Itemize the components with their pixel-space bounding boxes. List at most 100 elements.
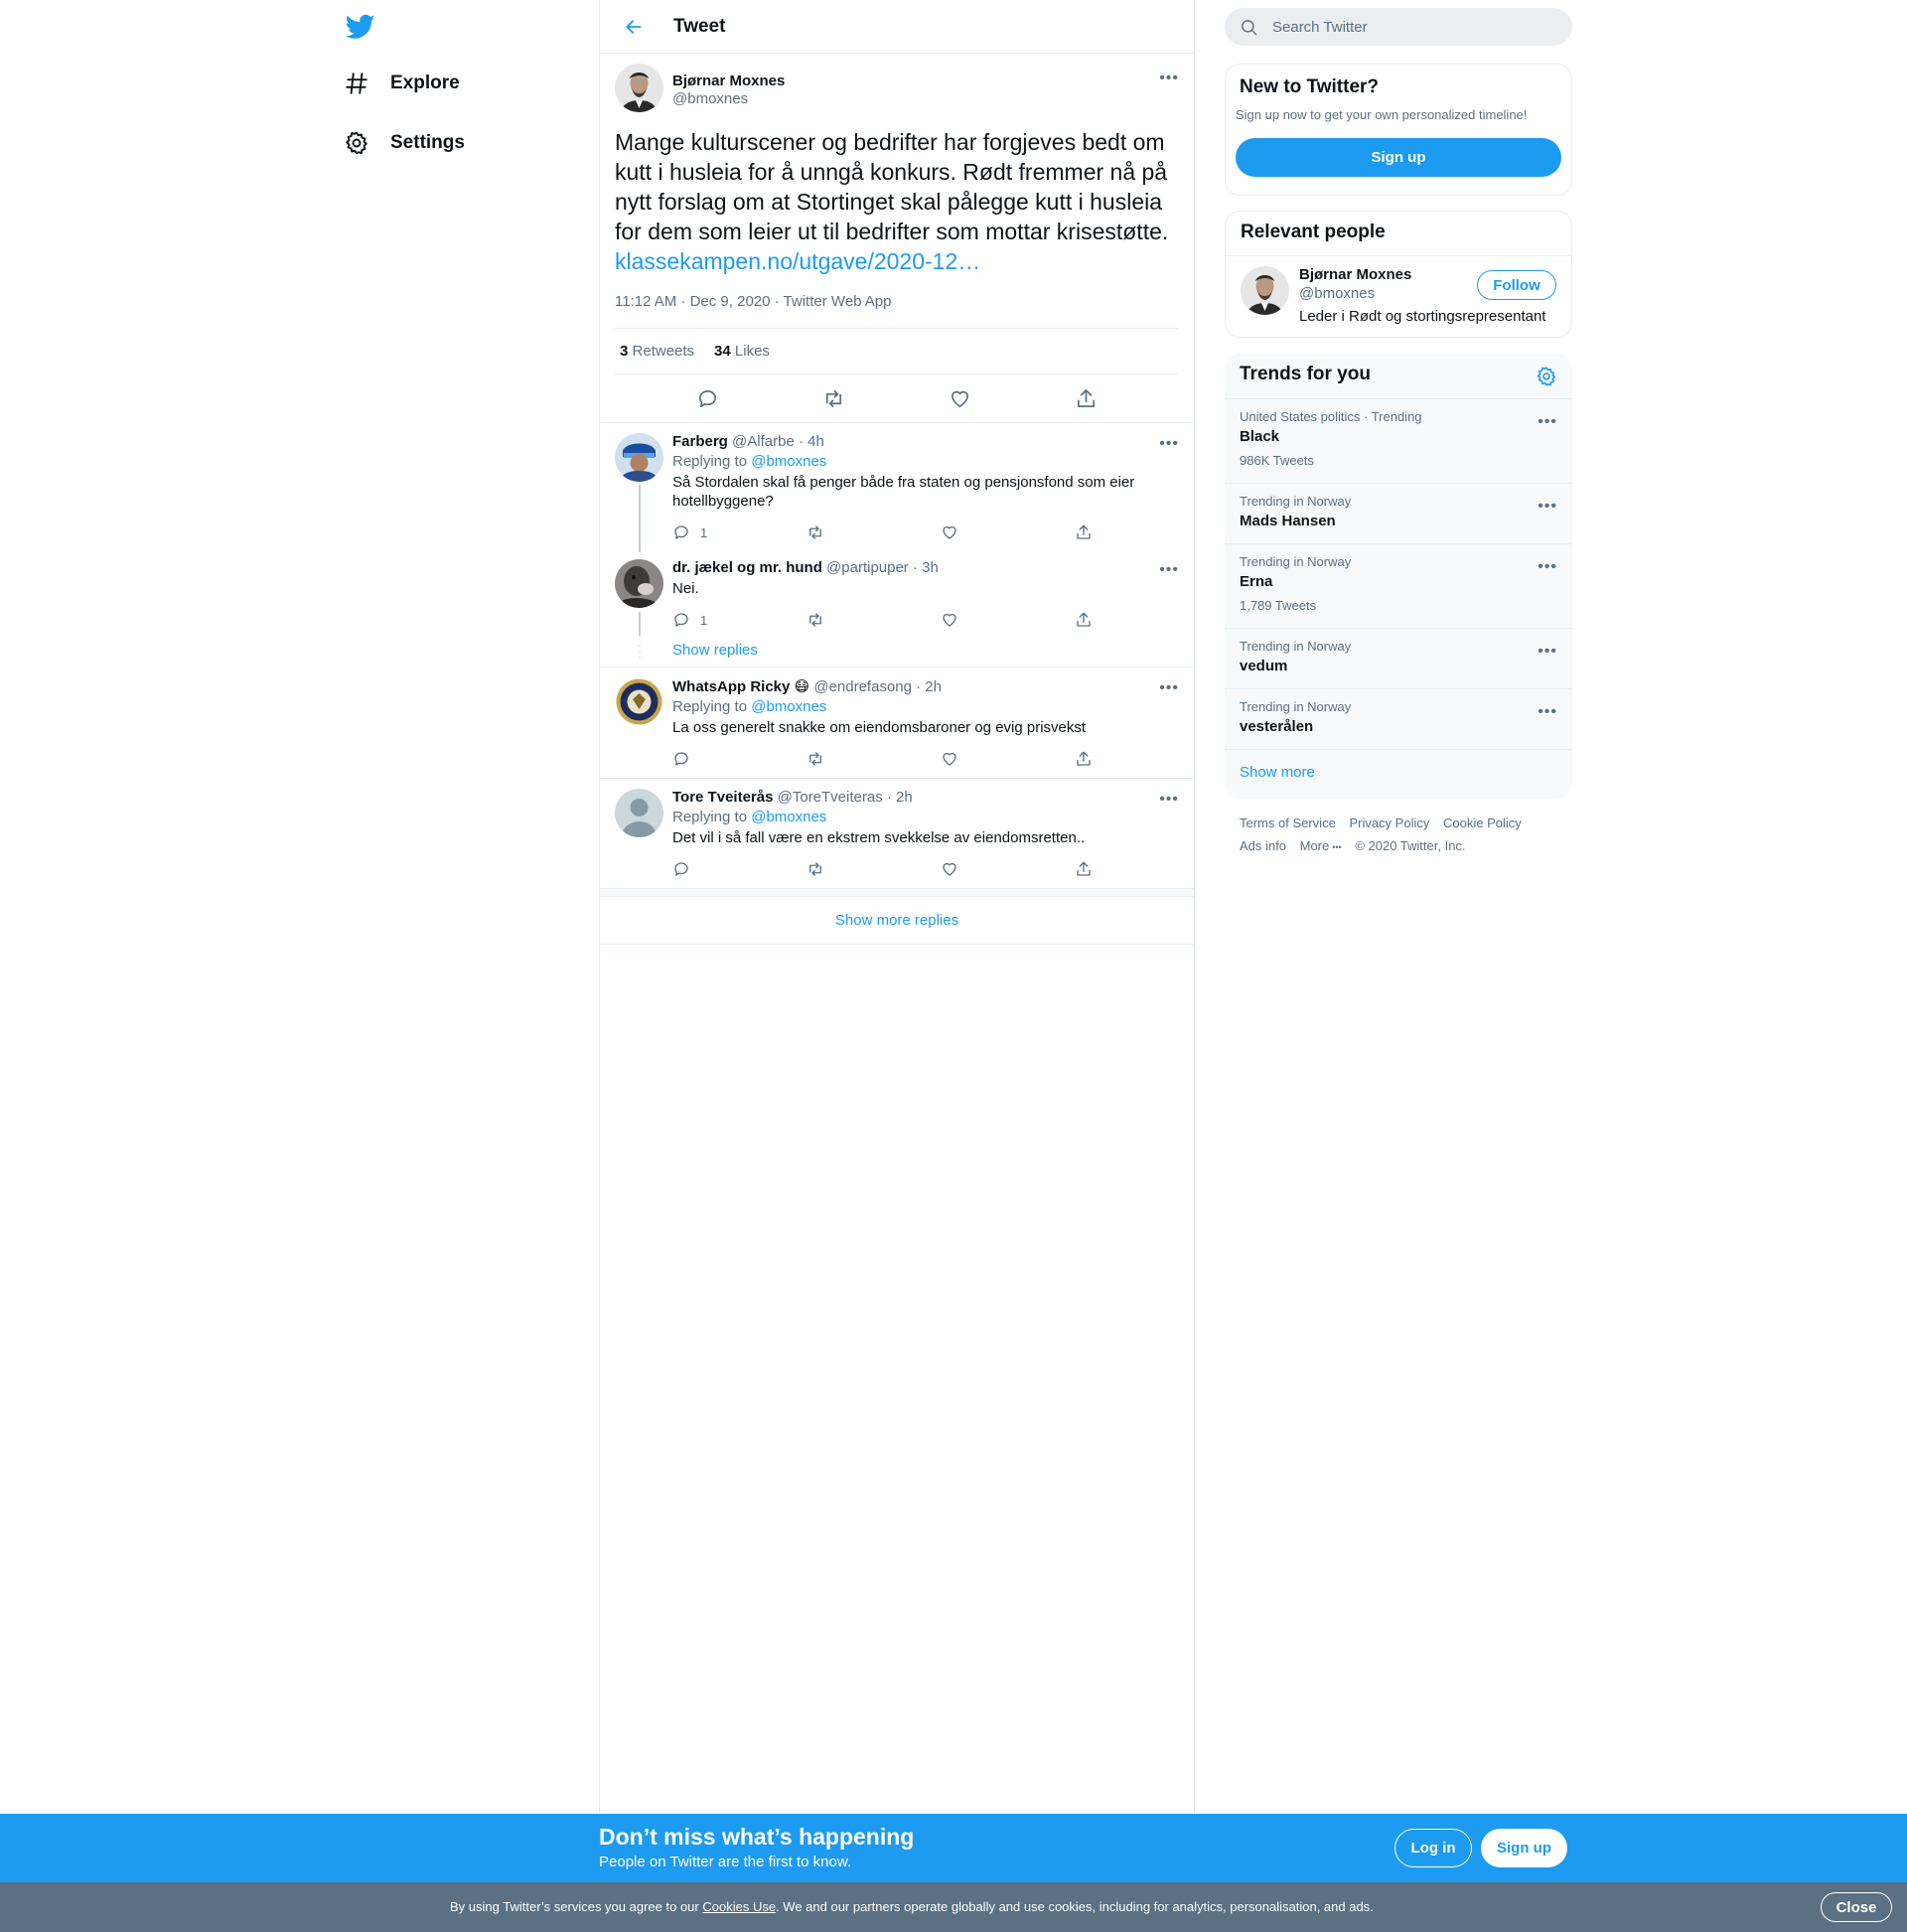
avatar[interactable] — [615, 559, 663, 608]
share-icon — [1077, 524, 1091, 539]
reply-button[interactable] — [696, 387, 719, 410]
reply-button[interactable]: 1 — [672, 522, 807, 542]
replying-to-link[interactable]: @bmoxnes — [751, 698, 826, 715]
signup-button[interactable]: Sign up — [1236, 138, 1561, 177]
avatar[interactable] — [615, 677, 663, 726]
show-replies-row: · · · Show replies — [600, 630, 1194, 668]
search-input[interactable] — [1272, 18, 1550, 36]
settings-gear-icon[interactable] — [1536, 366, 1557, 387]
trend-context: Trending in Norway — [1240, 639, 1352, 654]
privacy-link[interactable]: Privacy Policy — [1349, 816, 1429, 830]
heart-icon — [943, 525, 956, 539]
search-bar[interactable] — [1225, 8, 1572, 46]
tweet-text: Mange kulturscener og bedrifter har forg… — [615, 127, 1179, 276]
share-button[interactable] — [1075, 749, 1093, 769]
retweet-button[interactable] — [807, 749, 941, 769]
more-options-icon[interactable]: ••• — [1159, 562, 1179, 578]
more-options-icon[interactable]: ••• — [1159, 71, 1179, 86]
back-arrow-icon[interactable] — [619, 12, 649, 42]
author-name[interactable]: Bjørnar Moxnes — [672, 73, 785, 89]
like-button[interactable] — [941, 859, 1075, 879]
show-more-trends-link[interactable]: Show more — [1225, 749, 1572, 795]
more-options-icon[interactable]: ••• — [1538, 644, 1557, 660]
heart-icon — [951, 390, 969, 407]
trend-item[interactable]: ••• Trending in Norway vesterålen — [1225, 688, 1572, 749]
more-options-icon[interactable]: ••• — [1538, 499, 1557, 515]
reply-text: Det vil i så fall være en ekstrem svekke… — [672, 829, 1086, 846]
trend-item[interactable]: ••• Trending in Norway Erna 1,789 Tweets — [1225, 543, 1572, 628]
reply-button[interactable] — [672, 749, 807, 769]
likes-stat[interactable]: 34 Likes — [714, 343, 770, 360]
reply-item[interactable]: ••• WhatsApp Ricky 😷 @endrefasong · 2h R… — [600, 668, 1194, 779]
reply-item[interactable]: ••• Farberg @Alfarbe · 4h Replying to @b… — [600, 423, 1194, 552]
trend-context: Trending in Norway — [1240, 554, 1352, 569]
replying-label: Replying to — [672, 698, 748, 715]
replying-to-link[interactable]: @bmoxnes — [751, 453, 826, 470]
retweet-button[interactable] — [807, 859, 941, 879]
show-more-replies-link[interactable]: Show more replies — [835, 912, 958, 929]
reply-author-name[interactable]: WhatsApp Ricky 😷 — [672, 678, 809, 695]
trend-name: vesterålen — [1240, 718, 1314, 735]
retweet-button[interactable] — [807, 610, 941, 630]
ads-info-link[interactable]: Ads info — [1240, 838, 1286, 853]
terms-link[interactable]: Terms of Service — [1240, 816, 1336, 830]
share-button[interactable] — [1075, 610, 1093, 630]
trend-item[interactable]: ••• Trending in Norway vedum — [1225, 628, 1572, 688]
retweet-icon — [809, 525, 821, 539]
reply-icon — [674, 525, 688, 539]
reply-item[interactable]: ••• Tore Tveiterås @ToreTveiteras · 2h R… — [600, 779, 1194, 889]
retweets-stat[interactable]: 3 Retweets — [620, 343, 694, 360]
reply-item[interactable]: ••• dr. jækel og mr. hund @partipuper · … — [600, 542, 1194, 636]
retweet-button[interactable] — [822, 387, 845, 410]
avatar[interactable] — [1241, 266, 1289, 315]
retweet-button[interactable] — [807, 522, 941, 542]
more-link[interactable]: More ••• — [1300, 838, 1342, 853]
banner-signup-button[interactable]: Sign up — [1481, 1829, 1567, 1867]
more-options-icon[interactable]: ••• — [1538, 414, 1557, 430]
trend-item[interactable]: ••• United States politics · Trending Bl… — [1225, 398, 1572, 483]
twitter-logo-icon[interactable] — [344, 12, 377, 42]
like-button[interactable] — [941, 522, 1075, 542]
nav-explore[interactable]: Explore — [344, 71, 460, 96]
avatar[interactable] — [615, 64, 663, 112]
nav-settings[interactable]: Settings — [344, 130, 465, 156]
like-button[interactable] — [941, 610, 1075, 630]
like-button[interactable] — [949, 387, 971, 410]
cookies-use-link[interactable]: Cookies Use — [702, 1899, 776, 1914]
reply-icon — [674, 613, 688, 627]
reply-text: La oss generelt snakke om eiendomsbarone… — [672, 719, 1087, 736]
cookie-policy-link[interactable]: Cookie Policy — [1443, 816, 1522, 830]
close-button[interactable]: Close — [1821, 1892, 1892, 1922]
author-handle[interactable]: @bmoxnes — [672, 90, 785, 107]
more-options-icon[interactable]: ••• — [1159, 792, 1179, 808]
reply-button[interactable] — [672, 859, 807, 879]
more-options-icon[interactable]: ••• — [1538, 559, 1557, 575]
avatar[interactable] — [615, 789, 663, 837]
login-button[interactable]: Log in — [1394, 1829, 1472, 1867]
trend-item[interactable]: ••• Trending in Norway Mads Hansen — [1225, 483, 1572, 543]
reply-actions: 1 — [672, 522, 1179, 542]
share-button[interactable] — [1075, 859, 1093, 879]
likes-count: 34 — [714, 343, 731, 360]
page-title: Tweet — [673, 15, 726, 37]
replying-to-link[interactable]: @bmoxnes — [751, 809, 826, 825]
person-item[interactable]: Bjørnar Moxnes @bmoxnes Leder i Rødt og … — [1226, 256, 1571, 335]
tweet-link[interactable]: klassekampen.no/utgave/2020-12… — [615, 248, 980, 274]
follow-button[interactable]: Follow — [1477, 270, 1556, 300]
reply-button[interactable]: 1 — [672, 610, 807, 630]
reply-author-name[interactable]: Tore Tveiterås — [672, 789, 773, 806]
reply-author-name[interactable]: dr. jækel og mr. hund — [672, 559, 822, 576]
more-options-icon[interactable]: ••• — [1538, 704, 1557, 720]
share-button[interactable] — [1075, 387, 1098, 410]
cookie-bar: By using Twitter’s services you agree to… — [0, 1882, 1907, 1932]
more-options-icon[interactable]: ••• — [1159, 436, 1179, 452]
trend-context: Trending in Norway — [1240, 494, 1352, 509]
reply-author-name[interactable]: Farberg — [672, 433, 728, 450]
show-replies-link[interactable]: Show replies — [672, 642, 758, 659]
cookie-text-before: By using Twitter’s services you agree to… — [450, 1899, 703, 1914]
share-button[interactable] — [1075, 522, 1093, 542]
avatar[interactable] — [615, 433, 663, 482]
like-button[interactable] — [941, 749, 1075, 769]
more-options-icon[interactable]: ••• — [1159, 680, 1179, 696]
share-icon — [1077, 612, 1091, 627]
